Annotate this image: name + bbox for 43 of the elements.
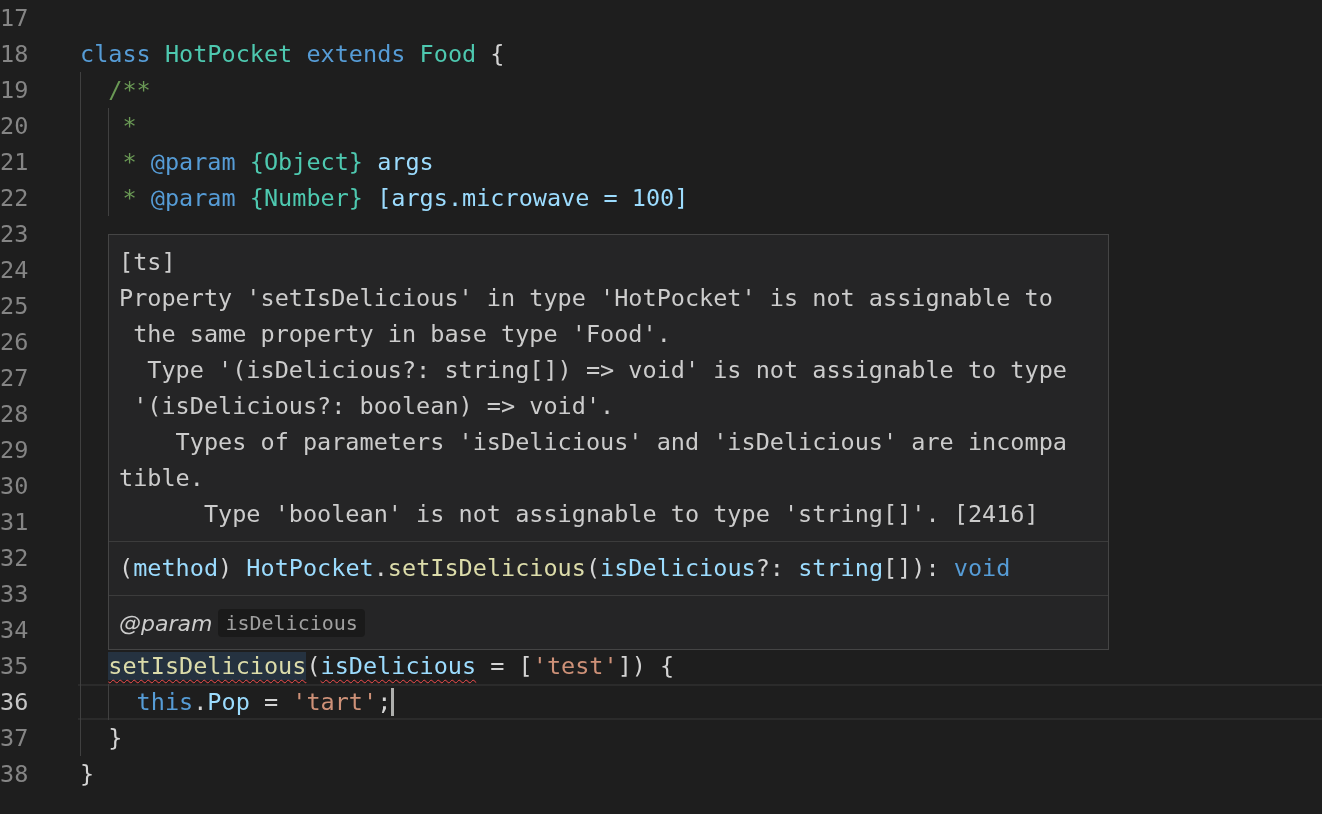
error-message-line: Type 'boolean' is not assignable to type 'string[]'. [2416] [202, 499, 1040, 530]
line-number: 23 [0, 220, 30, 248]
line-number: 33 [0, 580, 30, 608]
line-number: 36 [0, 688, 30, 716]
code-line: * @param {Number} [args.microwave = 100] [121, 183, 689, 214]
text-cursor [391, 688, 395, 716]
code-line: setIsDelicious(isDelicious = ['test']) { [107, 651, 675, 682]
line-number: 19 [0, 76, 30, 104]
line-number: 35 [0, 652, 30, 680]
error-message-line: Types of parameters 'isDelicious' and 'isDelicious' are incompa [174, 427, 1068, 458]
error-message-line: the same property in base type 'Food'. [132, 319, 672, 350]
error-message-line: '(isDelicious?: boolean) => void'. [132, 391, 616, 422]
code-line: * [121, 111, 137, 142]
line-number: 28 [0, 400, 30, 428]
param-name: isDelicious [218, 609, 365, 637]
method-signature: (method) HotPocket.setIsDelicious(isDelicious?: string[]): void [119, 553, 1012, 584]
line-number: 34 [0, 616, 30, 644]
error-message-line: tible. [119, 463, 205, 494]
code-line: * @param {Object} args [121, 147, 434, 178]
code-line: class HotPocket extends Food { [80, 39, 505, 70]
line-number: 32 [0, 544, 30, 572]
line-number: 17 [0, 4, 30, 32]
line-number: 38 [0, 760, 30, 788]
line-number: 20 [0, 112, 30, 140]
param-tag: @param [119, 610, 213, 636]
line-number: 26 [0, 328, 30, 356]
source-label: [ts] [119, 247, 177, 278]
code-line: } [80, 759, 95, 790]
line-number: 37 [0, 724, 30, 752]
line-number: 27 [0, 364, 30, 392]
line-number: 29 [0, 436, 30, 464]
line-number: 24 [0, 256, 30, 284]
line-number: 21 [0, 148, 30, 176]
line-number: 25 [0, 292, 30, 320]
code-line: this.Pop = 'tart'; [135, 687, 392, 718]
line-number: 30 [0, 472, 30, 500]
line-number: 22 [0, 184, 30, 212]
code-line: /** [107, 75, 151, 106]
line-number: 31 [0, 508, 30, 536]
error-message-line: Type '(isDelicious?: string[]) => void' is not assignable to type [146, 355, 1068, 386]
code-line: } [107, 723, 123, 754]
line-number: 18 [0, 40, 30, 68]
error-message-line: Property 'setIsDelicious' in type 'HotPocket' is not assignable to [119, 283, 1054, 314]
